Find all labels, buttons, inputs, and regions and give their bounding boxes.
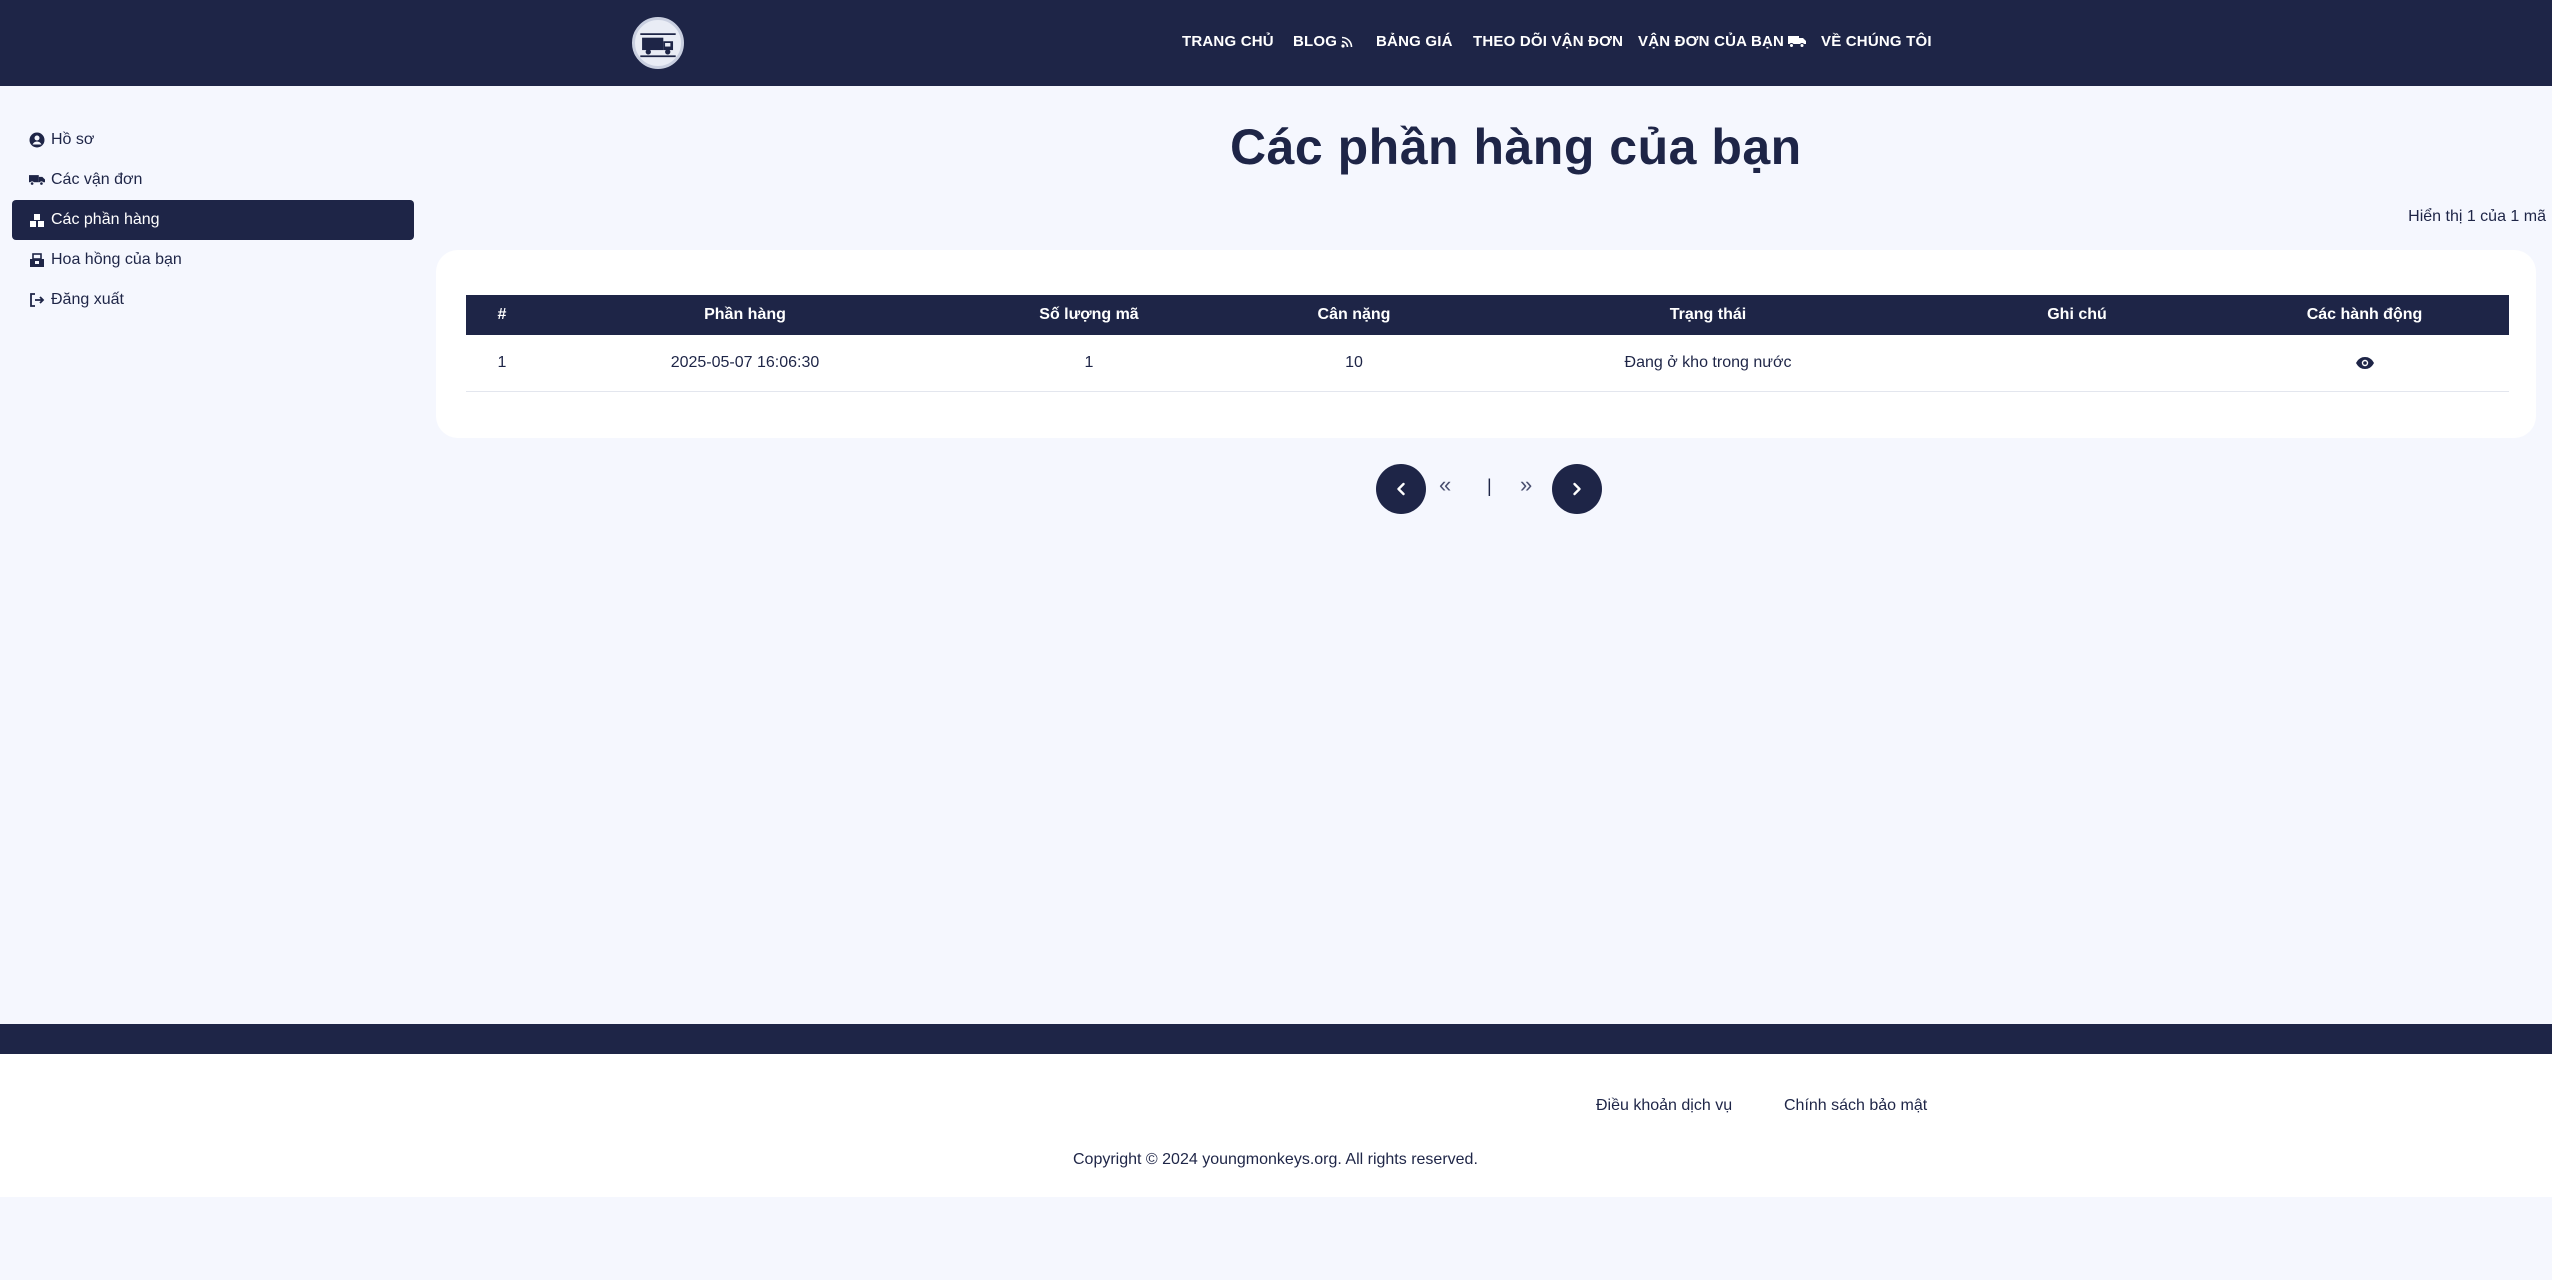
prev-page-button[interactable] [1376,464,1426,514]
user-circle-icon [28,131,46,149]
cell-actions [2220,335,2509,392]
nav-label: VẬN ĐƠN CỦA BẠN [1638,33,1785,50]
nav-label: BLOG [1293,33,1338,50]
nav-item-tracking[interactable]: THEO DÕI VẬN ĐƠN [1473,33,1623,50]
view-eye-icon[interactable] [2355,356,2375,370]
sidebar-item-commission[interactable]: Hoa hồng của bạn [12,240,414,280]
nav-label: VỀ CHÚNG TÔI [1821,33,1932,50]
col-header-code-count: Số lượng mã [952,295,1226,335]
cell-note [1934,335,2220,392]
cell-index: 1 [466,335,538,392]
copyright-text: Copyright © 2024 youngmonkeys.org. All r… [1073,1151,1478,1168]
cell-shipment: 2025-05-07 16:06:30 [538,335,952,392]
cell-code-count: 1 [952,335,1226,392]
table-header-row: # Phần hàng Số lượng mã Cân nặng Trạng t… [466,295,2509,335]
logout-icon [28,291,46,309]
boxes-icon [28,211,46,229]
footer: Điều khoản dịch vụ Chính sách bảo mật Co… [0,1054,2552,1197]
nav-item-pricing[interactable]: BẢNG GIÁ [1376,33,1453,50]
footer-privacy-link[interactable]: Chính sách bảo mật [1784,1097,1927,1115]
next-page-button[interactable] [1552,464,1602,514]
cell-weight: 10 [1226,335,1482,392]
col-header-index: # [466,295,538,335]
chevron-right-icon [1573,482,1581,496]
truck-icon [28,171,46,189]
col-header-shipment: Phần hàng [538,295,952,335]
commission-icon [28,251,46,269]
sidebar-item-logout[interactable]: Đăng xuất [12,280,414,320]
nav-item-about[interactable]: VỀ CHÚNG TÔI [1821,33,1932,50]
first-page-link[interactable]: « [1439,472,1451,498]
sidebar-item-label: Các phần hàng [51,211,160,228]
col-header-actions: Các hành động [2220,295,2509,335]
nav-item-home[interactable]: TRANG CHỦ [1182,33,1274,50]
sidebar-item-orders[interactable]: Các vận đơn [12,160,414,200]
nav-label: BẢNG GIÁ [1376,33,1453,50]
sidebar-item-profile[interactable]: Hồ sơ [12,120,414,160]
top-navbar: TRANG CHỦ BLOG BẢNG GIÁ THEO DÕI VẬN ĐƠN… [0,0,2552,86]
nav-item-blog[interactable]: BLOG [1293,33,1353,50]
main-nav: TRANG CHỦ BLOG BẢNG GIÁ THEO DÕI VẬN ĐƠN… [0,0,2552,86]
nav-label: THEO DÕI VẬN ĐƠN [1473,33,1624,50]
cell-status: Đang ở kho trong nước [1482,335,1934,392]
footer-band [0,1024,2552,1054]
shipments-card: # Phần hàng Số lượng mã Cân nặng Trạng t… [436,250,2536,438]
footer-terms-link[interactable]: Điều khoản dịch vụ [1596,1097,1732,1115]
sidebar-item-label: Hồ sơ [51,131,95,148]
col-header-note: Ghi chú [1934,295,2220,335]
sidebar-item-shipments[interactable]: Các phần hàng [12,200,414,240]
nav-item-my-orders[interactable]: VẬN ĐƠN CỦA BẠN [1638,33,1807,50]
sidebar-item-label: Các vận đơn [51,171,143,188]
col-header-weight: Cân nặng [1226,295,1482,335]
rss-icon [1341,36,1353,48]
shipments-table: # Phần hàng Số lượng mã Cân nặng Trạng t… [466,295,2509,392]
chevron-left-icon [1397,482,1405,496]
sidebar-item-label: Hoa hồng của bạn [51,251,182,268]
current-page-indicator: | [1487,476,1492,496]
sidebar-item-label: Đăng xuất [51,291,124,308]
nav-label: TRANG CHỦ [1182,33,1274,50]
truck-icon [1788,36,1807,48]
sidebar: Hồ sơ Các vận đơn Các phần hàng Hoa hồng… [12,120,414,320]
table-row: 1 2025-05-07 16:06:30 1 10 Đang ở kho tr… [466,335,2509,392]
col-header-status: Trạng thái [1482,295,1934,335]
page-title: Các phần hàng của bạn [1230,119,1802,175]
last-page-link[interactable]: » [1520,472,1532,498]
result-count: Hiển thị 1 của 1 mã [2408,208,2546,225]
